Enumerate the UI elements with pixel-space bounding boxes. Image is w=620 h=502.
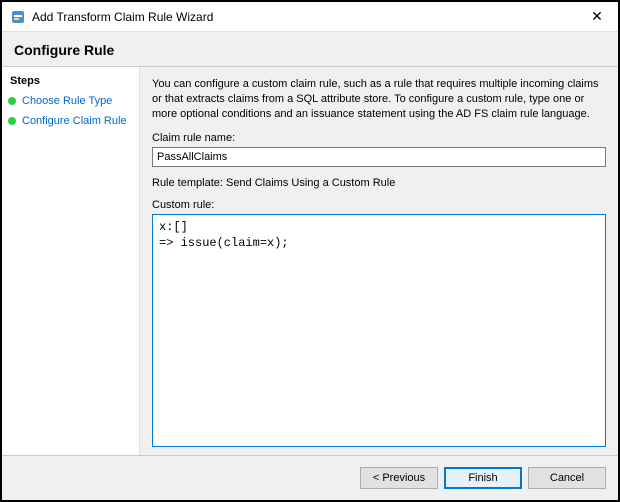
step-configure-claim-rule[interactable]: Configure Claim Rule xyxy=(2,111,139,131)
rule-description: You can configure a custom claim rule, s… xyxy=(152,77,606,122)
step-status-icon xyxy=(8,117,16,125)
step-status-icon xyxy=(8,97,16,105)
titlebar: Add Transform Claim Rule Wizard ✕ xyxy=(2,2,618,32)
finish-button[interactable]: Finish xyxy=(444,467,522,489)
steps-heading: Steps xyxy=(2,75,139,91)
claim-rule-name-input[interactable] xyxy=(152,147,606,167)
claim-rule-name-label: Claim rule name: xyxy=(152,132,606,144)
cancel-button[interactable]: Cancel xyxy=(528,467,606,489)
custom-rule-textarea[interactable] xyxy=(152,214,606,447)
steps-sidebar: Steps Choose Rule Type Configure Claim R… xyxy=(2,67,140,455)
main-panel: You can configure a custom claim rule, s… xyxy=(140,67,618,455)
wizard-footer: < Previous Finish Cancel xyxy=(2,456,618,500)
wizard-content: Steps Choose Rule Type Configure Claim R… xyxy=(2,66,618,456)
wizard-window: Add Transform Claim Rule Wizard ✕ Config… xyxy=(0,0,620,502)
window-title: Add Transform Claim Rule Wizard xyxy=(32,10,576,24)
previous-button[interactable]: < Previous xyxy=(360,467,438,489)
wizard-header: Configure Rule xyxy=(2,32,618,66)
custom-rule-section: Custom rule: xyxy=(152,199,606,447)
step-choose-rule-type[interactable]: Choose Rule Type xyxy=(2,91,139,111)
rule-template-label: Rule template: Send Claims Using a Custo… xyxy=(152,177,606,189)
step-label: Choose Rule Type xyxy=(22,95,112,107)
page-title: Configure Rule xyxy=(14,42,606,58)
custom-rule-label: Custom rule: xyxy=(152,199,606,211)
step-label: Configure Claim Rule xyxy=(22,115,127,127)
close-button[interactable]: ✕ xyxy=(576,2,618,32)
close-icon: ✕ xyxy=(591,8,603,25)
claim-rule-icon xyxy=(10,9,26,25)
